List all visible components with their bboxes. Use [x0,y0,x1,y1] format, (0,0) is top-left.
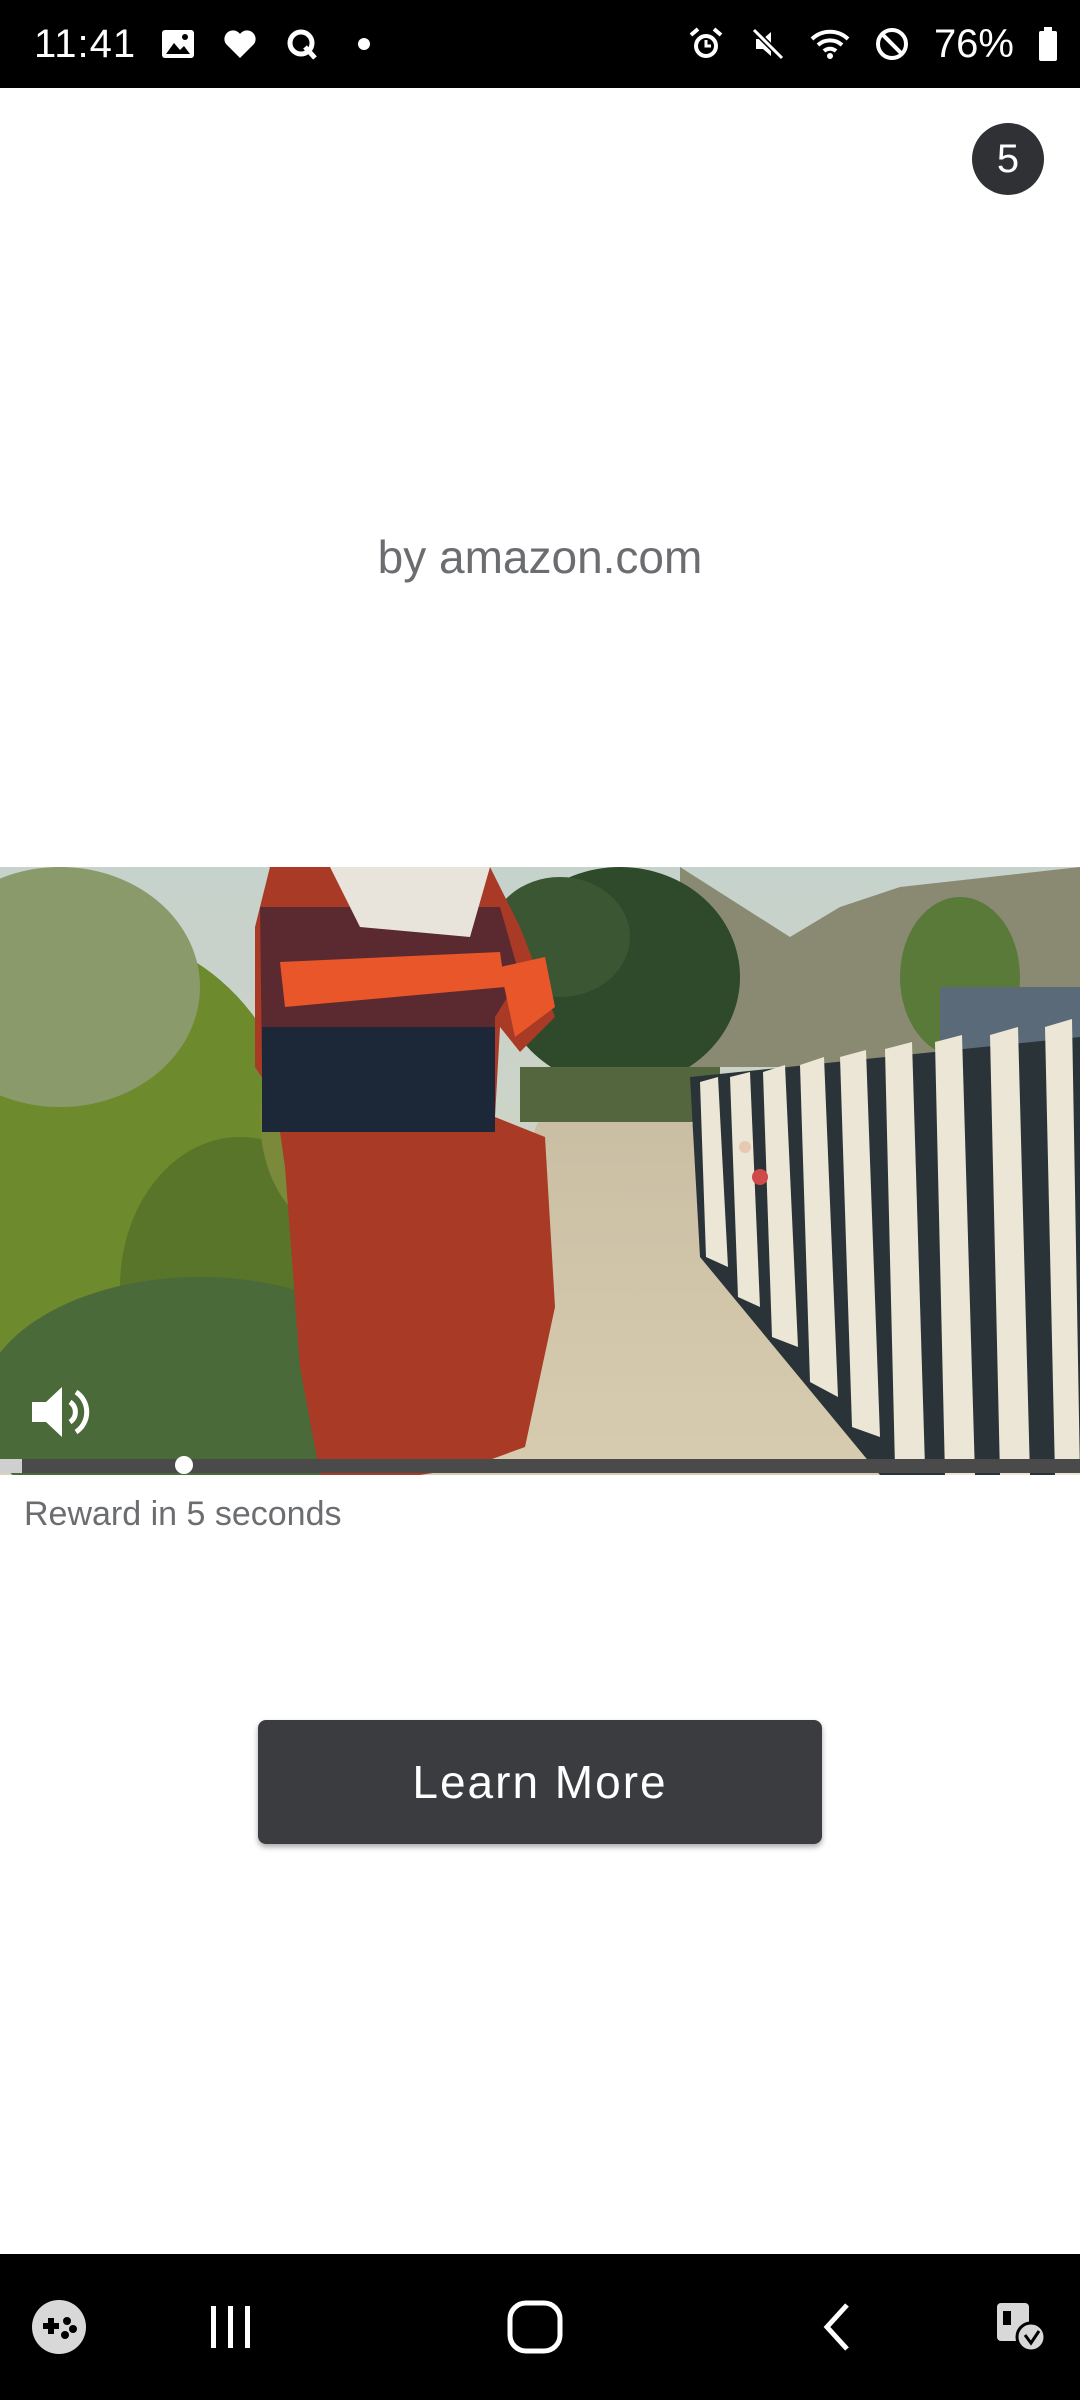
battery-percentage: 76% [933,21,1014,66]
status-right: 76% [686,22,1060,67]
mute-icon [748,24,788,64]
video-progress-thumb[interactable] [174,1456,193,1474]
video-progress-bar[interactable] [0,1456,1080,1474]
battery-icon [1036,24,1060,64]
status-left: 11:41 [34,22,384,67]
gallery-icon [158,24,198,64]
accessibility-icon[interactable] [988,2254,1054,2400]
volume-icon[interactable] [28,1382,94,1442]
learn-more-button[interactable]: Learn More [258,1720,822,1844]
q-app-icon [282,24,322,64]
video-frame [0,867,1080,1475]
alarm-icon [686,24,726,64]
ad-countdown-badge: 5 [972,123,1044,195]
reward-countdown-text: Reward in 5 seconds [24,1495,342,1533]
game-launcher-icon[interactable] [26,2254,92,2400]
recent-apps-icon[interactable] [196,2254,266,2400]
heart-icon [220,24,260,64]
status-bar: 11:41 76% [0,0,1080,88]
wifi-icon [810,24,850,64]
back-icon[interactable] [812,2254,862,2400]
ad-video-player[interactable] [0,867,1080,1475]
advertiser-label: by amazon.com [377,531,703,583]
dot-icon [344,24,384,64]
navigation-bar [0,2254,1080,2400]
video-progress-fill [0,1459,22,1473]
home-icon[interactable] [500,2254,570,2400]
status-time: 11:41 [34,21,137,66]
do-not-disturb-icon [872,24,912,64]
